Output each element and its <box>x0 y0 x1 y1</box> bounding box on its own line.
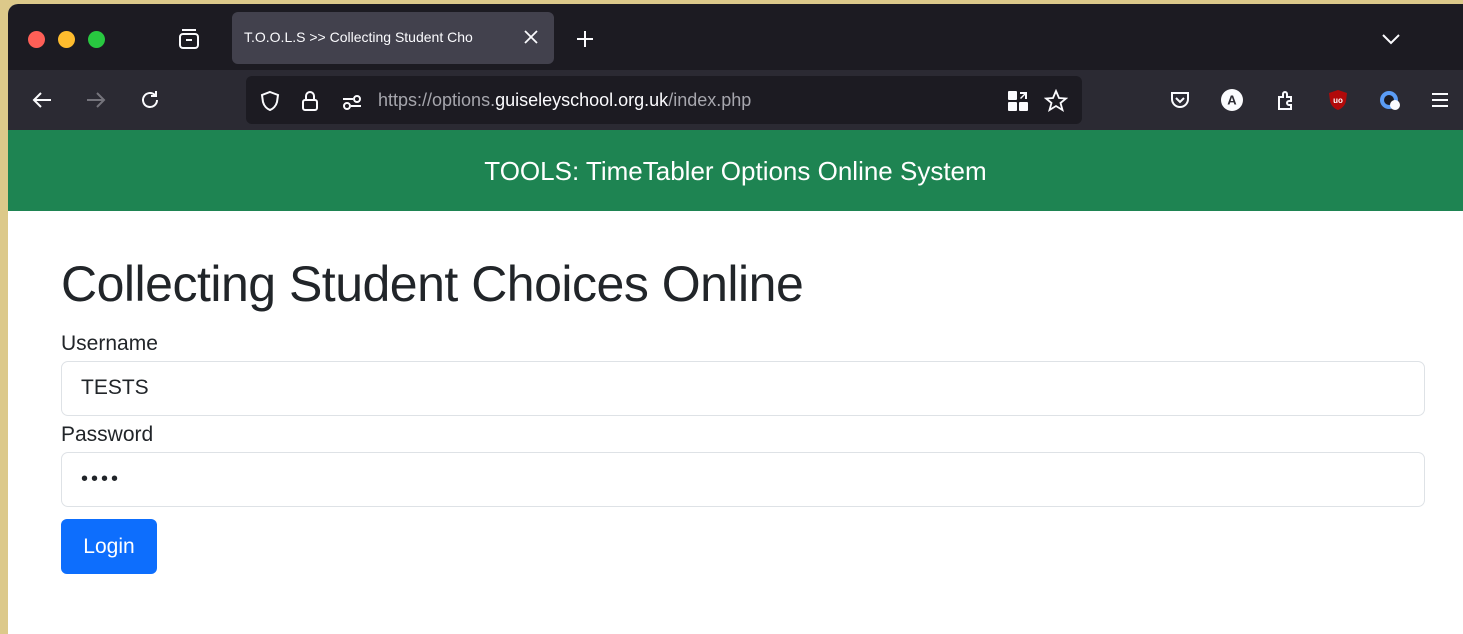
maximize-window-button[interactable] <box>88 31 105 48</box>
tab-bar: T.O.O.L.S >> Collecting Student Cho <box>8 4 1463 70</box>
username-input[interactable]: TESTS <box>61 361 1425 416</box>
reload-icon[interactable] <box>138 88 162 112</box>
forward-arrow-icon[interactable] <box>84 88 108 112</box>
lock-icon[interactable] <box>298 89 322 113</box>
extension-icon[interactable] <box>1378 88 1402 112</box>
nav-bar: https://options.guiseleyschool.org.uk/in… <box>8 70 1463 130</box>
banner-title: TOOLS: TimeTabler Options Online System <box>484 156 987 186</box>
tab-active[interactable]: T.O.O.L.S >> Collecting Student Cho <box>232 12 554 64</box>
password-mask: •••• <box>81 468 122 490</box>
page-title: Collecting Student Choices Online <box>61 256 804 312</box>
tab-title: T.O.O.L.S >> Collecting Student Cho <box>244 29 473 45</box>
url-prefix: https://options. <box>378 90 496 110</box>
close-icon[interactable] <box>522 28 540 46</box>
back-arrow-icon[interactable] <box>30 88 54 112</box>
qr-code-icon[interactable] <box>1006 89 1030 113</box>
extensions-icon[interactable] <box>1274 88 1298 112</box>
url-path: /index.php <box>668 90 752 110</box>
browser-window: T.O.O.L.S >> Collecting Student Cho http… <box>8 4 1463 634</box>
shield-icon[interactable] <box>258 89 282 113</box>
minimize-window-button[interactable] <box>58 31 75 48</box>
star-icon[interactable] <box>1044 89 1068 113</box>
url-text[interactable]: https://options.guiseleyschool.org.uk/in… <box>378 90 751 111</box>
page-banner: TOOLS: TimeTabler Options Online System <box>8 130 1463 211</box>
svg-text:uo: uo <box>1333 96 1343 105</box>
password-label: Password <box>61 423 154 446</box>
username-value: TESTS <box>81 376 149 399</box>
tab-overview-icon[interactable] <box>176 26 202 52</box>
login-button[interactable]: Login <box>61 519 157 574</box>
close-window-button[interactable] <box>28 31 45 48</box>
menu-icon[interactable] <box>1428 88 1452 112</box>
url-domain: guiseleyschool.org.uk <box>495 90 669 110</box>
account-icon[interactable]: A <box>1220 88 1244 112</box>
pocket-icon[interactable] <box>1168 88 1192 112</box>
permissions-icon[interactable] <box>340 89 364 113</box>
password-input[interactable]: •••• <box>61 452 1425 507</box>
url-bar[interactable]: https://options.guiseleyschool.org.uk/in… <box>246 76 1082 124</box>
ublock-icon[interactable]: uo <box>1326 88 1350 112</box>
chevron-down-icon[interactable] <box>1380 30 1402 48</box>
username-label: Username <box>61 332 158 355</box>
svg-text:A: A <box>1227 93 1237 108</box>
plus-icon[interactable] <box>574 28 596 50</box>
